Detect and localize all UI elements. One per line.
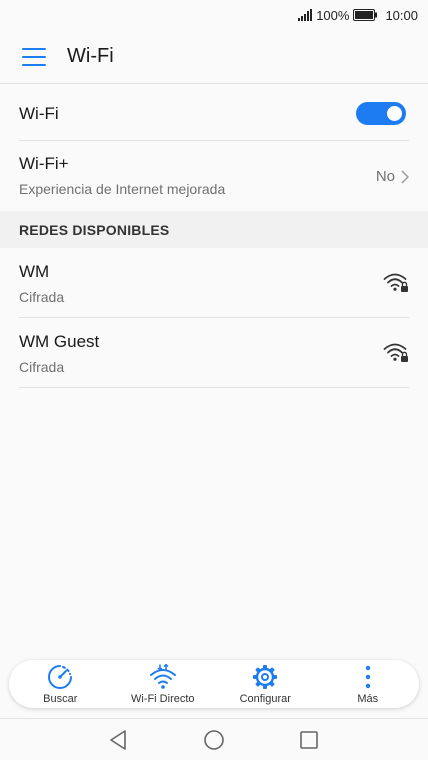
chevron-right-icon (401, 169, 409, 184)
wifi-plus-value: No (376, 168, 409, 185)
network-item-wm-guest[interactable]: WM Guest Cifrada (0, 318, 428, 388)
scan-button[interactable]: Buscar (9, 660, 112, 708)
wifi-direct-label: Wi-Fi Directo (130, 693, 195, 705)
gear-icon (253, 665, 278, 689)
back-icon[interactable] (108, 729, 128, 751)
network-name: WM (19, 262, 50, 281)
wifi-toggle-row[interactable]: Wi-Fi (0, 85, 428, 141)
recent-apps-icon[interactable] (299, 730, 319, 750)
more-label: Más (357, 693, 379, 705)
scan-icon (48, 665, 73, 689)
wifi-toggle-label: Wi-Fi (19, 104, 59, 123)
clock: 10:00 (385, 7, 418, 23)
configure-label: Configurar (239, 693, 291, 705)
wifi-plus-row[interactable]: Wi-Fi+ Experiencia de Internet mejorada … (0, 141, 428, 211)
network-security: Cifrada (19, 359, 65, 375)
wifi-locked-icon (383, 343, 408, 362)
system-navigation-bar (0, 718, 428, 760)
more-vertical-icon (365, 665, 370, 689)
bottom-action-bar: Buscar Wi-Fi Directo Configurar Más (9, 660, 419, 708)
wifi-toggle-switch[interactable] (356, 102, 406, 125)
signal-icon (298, 9, 313, 21)
battery-percent: 100% (316, 7, 350, 23)
home-icon[interactable] (203, 729, 225, 751)
page-title: Wi-Fi (67, 45, 114, 67)
battery-icon (353, 9, 378, 21)
network-item-wm[interactable]: WM Cifrada (0, 248, 428, 318)
wifi-locked-icon (383, 273, 408, 292)
wifi-plus-subtitle: Experiencia de Internet mejorada (19, 181, 226, 197)
hamburger-menu-icon[interactable] (22, 47, 46, 66)
section-header-available-networks: REDES DISPONIBLES (0, 211, 428, 248)
wifi-plus-label: Wi-Fi+ (19, 154, 69, 173)
wifi-direct-icon (149, 664, 176, 689)
scan-label: Buscar (43, 693, 78, 705)
toggle-knob (387, 106, 402, 121)
network-security: Cifrada (19, 289, 65, 305)
wifi-direct-button[interactable]: Wi-Fi Directo (112, 660, 215, 708)
network-name: WM Guest (19, 332, 100, 351)
configure-button[interactable]: Configurar (214, 660, 317, 708)
more-button[interactable]: Más (317, 660, 420, 708)
app-bar: Wi-Fi (0, 30, 428, 84)
status-bar: 100% 10:00 (0, 0, 428, 30)
wifi-plus-status: No (375, 168, 395, 185)
